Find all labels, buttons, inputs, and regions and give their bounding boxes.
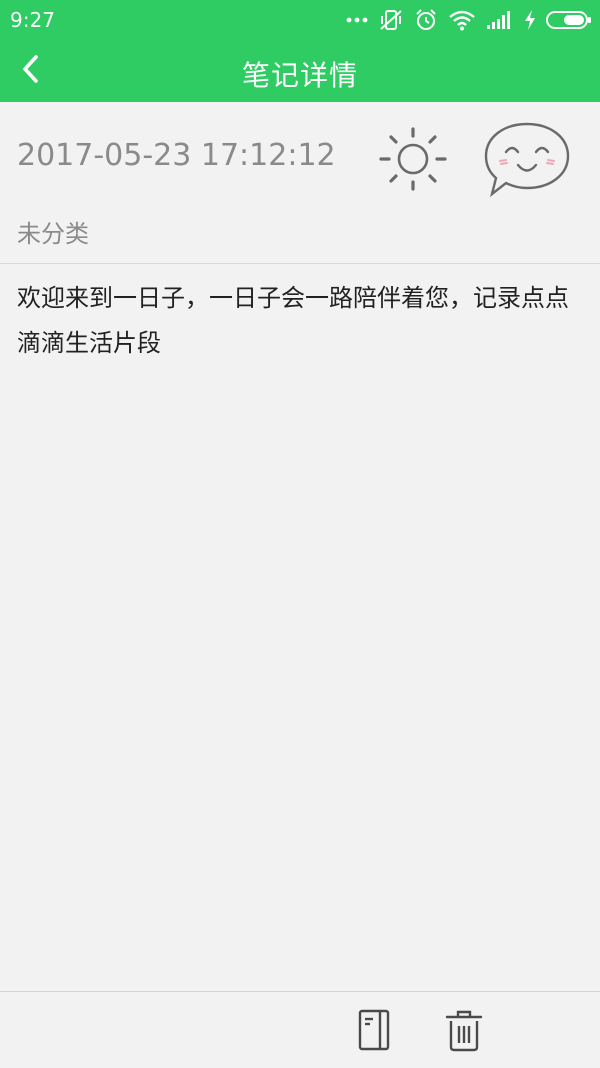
status-icons: [346, 6, 592, 34]
sun-icon[interactable]: [376, 126, 450, 192]
status-bar: 9:27: [0, 0, 600, 40]
notebook-button[interactable]: [356, 1008, 394, 1052]
page-title: 笔记详情: [241, 59, 358, 92]
alarm-icon: [414, 8, 438, 32]
trash-icon: [444, 1010, 484, 1057]
charging-icon: [524, 10, 536, 30]
smiley-bubble-icon[interactable]: [482, 120, 572, 198]
more-dots-icon: [346, 16, 368, 24]
note-content: 欢迎来到一日子，一日子会一路陪伴着您，记录点点滴滴生活片段: [17, 284, 569, 357]
bottom-toolbar: [0, 991, 600, 1068]
status-time: 9:27: [10, 8, 55, 32]
delete-button[interactable]: [444, 1009, 484, 1053]
divider: [0, 263, 600, 264]
notebook-icon: [356, 1009, 394, 1056]
vibrate-off-icon: [378, 8, 404, 32]
note-meta: 2017-05-23 17:12:12 未分类: [0, 102, 600, 264]
wifi-icon: [448, 9, 476, 31]
app-title-bar: 笔记详情: [0, 40, 600, 102]
note-datetime: 2017-05-23 17:12:12: [17, 138, 336, 173]
battery-icon: [546, 10, 592, 30]
note-category[interactable]: 未分类: [17, 214, 89, 249]
signal-icon: [486, 10, 514, 30]
